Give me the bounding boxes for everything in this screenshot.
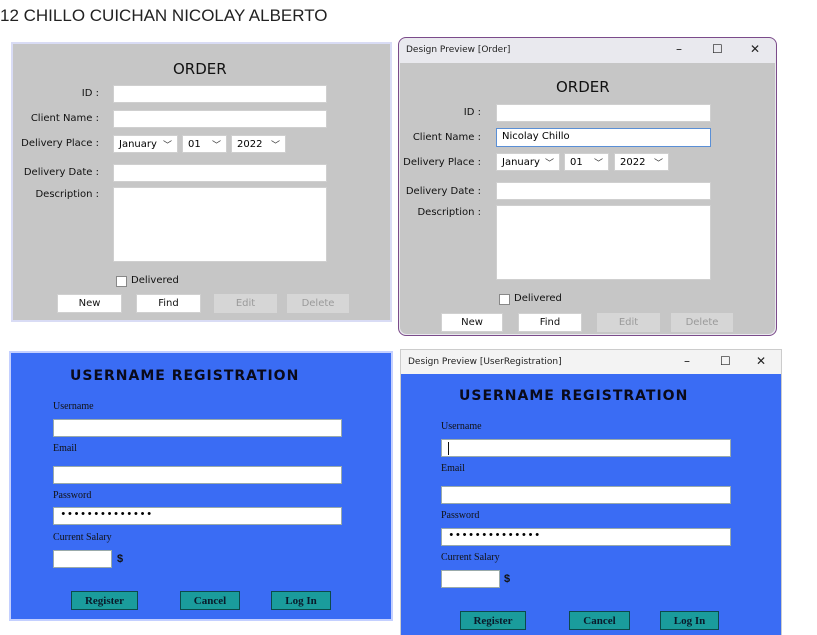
preview-username-label: Username <box>441 421 482 432</box>
month-select[interactable]: January ﹀ <box>113 135 178 153</box>
registration-preview-title: USERNAME REGISTRATION <box>459 388 689 404</box>
preview-salary-field[interactable] <box>441 570 500 588</box>
email-field[interactable] <box>53 466 342 484</box>
username-field[interactable] <box>53 419 342 437</box>
preview-client-name-label: Client Name : <box>412 132 481 143</box>
chevron-down-icon: ﹀ <box>270 140 280 151</box>
description-label: Description : <box>35 189 99 200</box>
preview-month-value: January <box>502 156 540 168</box>
maximize-icon[interactable]: ☐ <box>712 42 723 56</box>
order-preview-title: ORDER <box>556 78 610 96</box>
chevron-down-icon: ﹀ <box>162 140 172 151</box>
id-label: ID : <box>81 88 99 99</box>
maximize-icon[interactable]: ☐ <box>720 354 731 368</box>
preview-delivery-date-label: Delivery Date : <box>405 186 481 197</box>
find-button[interactable]: Find <box>136 294 201 313</box>
preview-edit-button[interactable]: Edit <box>597 313 660 332</box>
preview-day-value: 01 <box>570 156 583 168</box>
student-header: 12 CHILLO CUICHAN NICOLAY ALBERTO <box>0 6 328 25</box>
preview-delivery-date-field[interactable] <box>496 182 711 200</box>
order-designer-panel <box>11 42 392 322</box>
delivered-checkbox[interactable] <box>116 276 127 287</box>
text-caret <box>448 442 449 455</box>
close-icon[interactable]: ✕ <box>756 354 766 368</box>
preview-find-button[interactable]: Find <box>518 313 582 332</box>
preview-month-select[interactable]: January ﹀ <box>496 153 560 171</box>
preview-password-field[interactable]: •••••••••••••• <box>441 528 731 546</box>
day-select[interactable]: 01 ﹀ <box>182 135 227 153</box>
chevron-down-icon: ﹀ <box>593 158 603 169</box>
preview-currency-symbol: $ <box>504 573 511 585</box>
month-value: January <box>119 138 157 150</box>
preview-salary-label: Current Salary <box>441 552 500 563</box>
preview-password-label: Password <box>441 510 480 521</box>
preview-email-field[interactable] <box>441 486 731 504</box>
delivery-date-field[interactable] <box>113 164 327 182</box>
id-field[interactable] <box>113 85 327 103</box>
register-button[interactable]: Register <box>71 591 138 610</box>
preview-delete-button[interactable]: Delete <box>671 313 733 332</box>
preview-day-select[interactable]: 01 ﹀ <box>564 153 609 171</box>
preview-description-field[interactable] <box>496 205 711 280</box>
login-button[interactable]: Log In <box>271 591 331 610</box>
minimize-icon[interactable]: – <box>676 42 682 56</box>
preview-year-select[interactable]: 2022 ﹀ <box>614 153 669 171</box>
registration-window-title: Design Preview [UserRegistration] <box>408 357 562 367</box>
description-field[interactable] <box>113 187 327 262</box>
salary-field[interactable] <box>53 550 112 568</box>
new-button[interactable]: New <box>57 294 122 313</box>
preview-register-button[interactable]: Register <box>460 611 526 630</box>
cancel-button[interactable]: Cancel <box>180 591 240 610</box>
email-label: Email <box>53 443 77 454</box>
username-label: Username <box>53 401 94 412</box>
delivery-date-label: Delivery Date : <box>23 167 99 178</box>
chevron-down-icon: ﹀ <box>211 140 221 151</box>
chevron-down-icon: ﹀ <box>653 158 663 169</box>
preview-username-field[interactable] <box>441 439 731 457</box>
edit-button[interactable]: Edit <box>214 294 277 313</box>
preview-client-name-field[interactable]: Nicolay Chillo <box>496 128 711 147</box>
preview-login-button[interactable]: Log In <box>660 611 719 630</box>
preview-description-label: Description : <box>417 207 481 218</box>
salary-label: Current Salary <box>53 532 112 543</box>
preview-delivery-place-label: Delivery Place : <box>403 157 481 168</box>
preview-id-label: ID : <box>463 107 481 118</box>
preview-delivered-label: Delivered <box>514 293 562 304</box>
order-window-title: Design Preview [Order] <box>406 45 511 55</box>
preview-delivered-checkbox[interactable] <box>499 294 510 305</box>
minimize-icon[interactable]: – <box>684 354 690 368</box>
client-name-label: Client Name : <box>30 113 99 124</box>
currency-symbol: $ <box>117 553 124 565</box>
preview-year-value: 2022 <box>620 156 646 168</box>
preview-new-button[interactable]: New <box>441 313 503 332</box>
delivery-place-label: Delivery Place : <box>21 138 99 149</box>
preview-id-field[interactable] <box>496 104 711 122</box>
close-icon[interactable]: ✕ <box>750 42 760 56</box>
year-value: 2022 <box>237 138 263 150</box>
client-name-field[interactable] <box>113 110 327 128</box>
year-select[interactable]: 2022 ﹀ <box>231 135 286 153</box>
delete-button[interactable]: Delete <box>287 294 349 313</box>
registration-designer-panel <box>9 351 393 621</box>
password-field[interactable]: •••••••••••••• <box>53 507 342 525</box>
day-value: 01 <box>188 138 201 150</box>
registration-preview-body <box>401 374 781 635</box>
order-title: ORDER <box>173 60 227 78</box>
preview-email-label: Email <box>441 463 465 474</box>
chevron-down-icon: ﹀ <box>544 158 554 169</box>
preview-cancel-button[interactable]: Cancel <box>569 611 630 630</box>
registration-title: USERNAME REGISTRATION <box>70 368 300 384</box>
delivered-label: Delivered <box>131 275 179 286</box>
password-label: Password <box>53 490 92 501</box>
